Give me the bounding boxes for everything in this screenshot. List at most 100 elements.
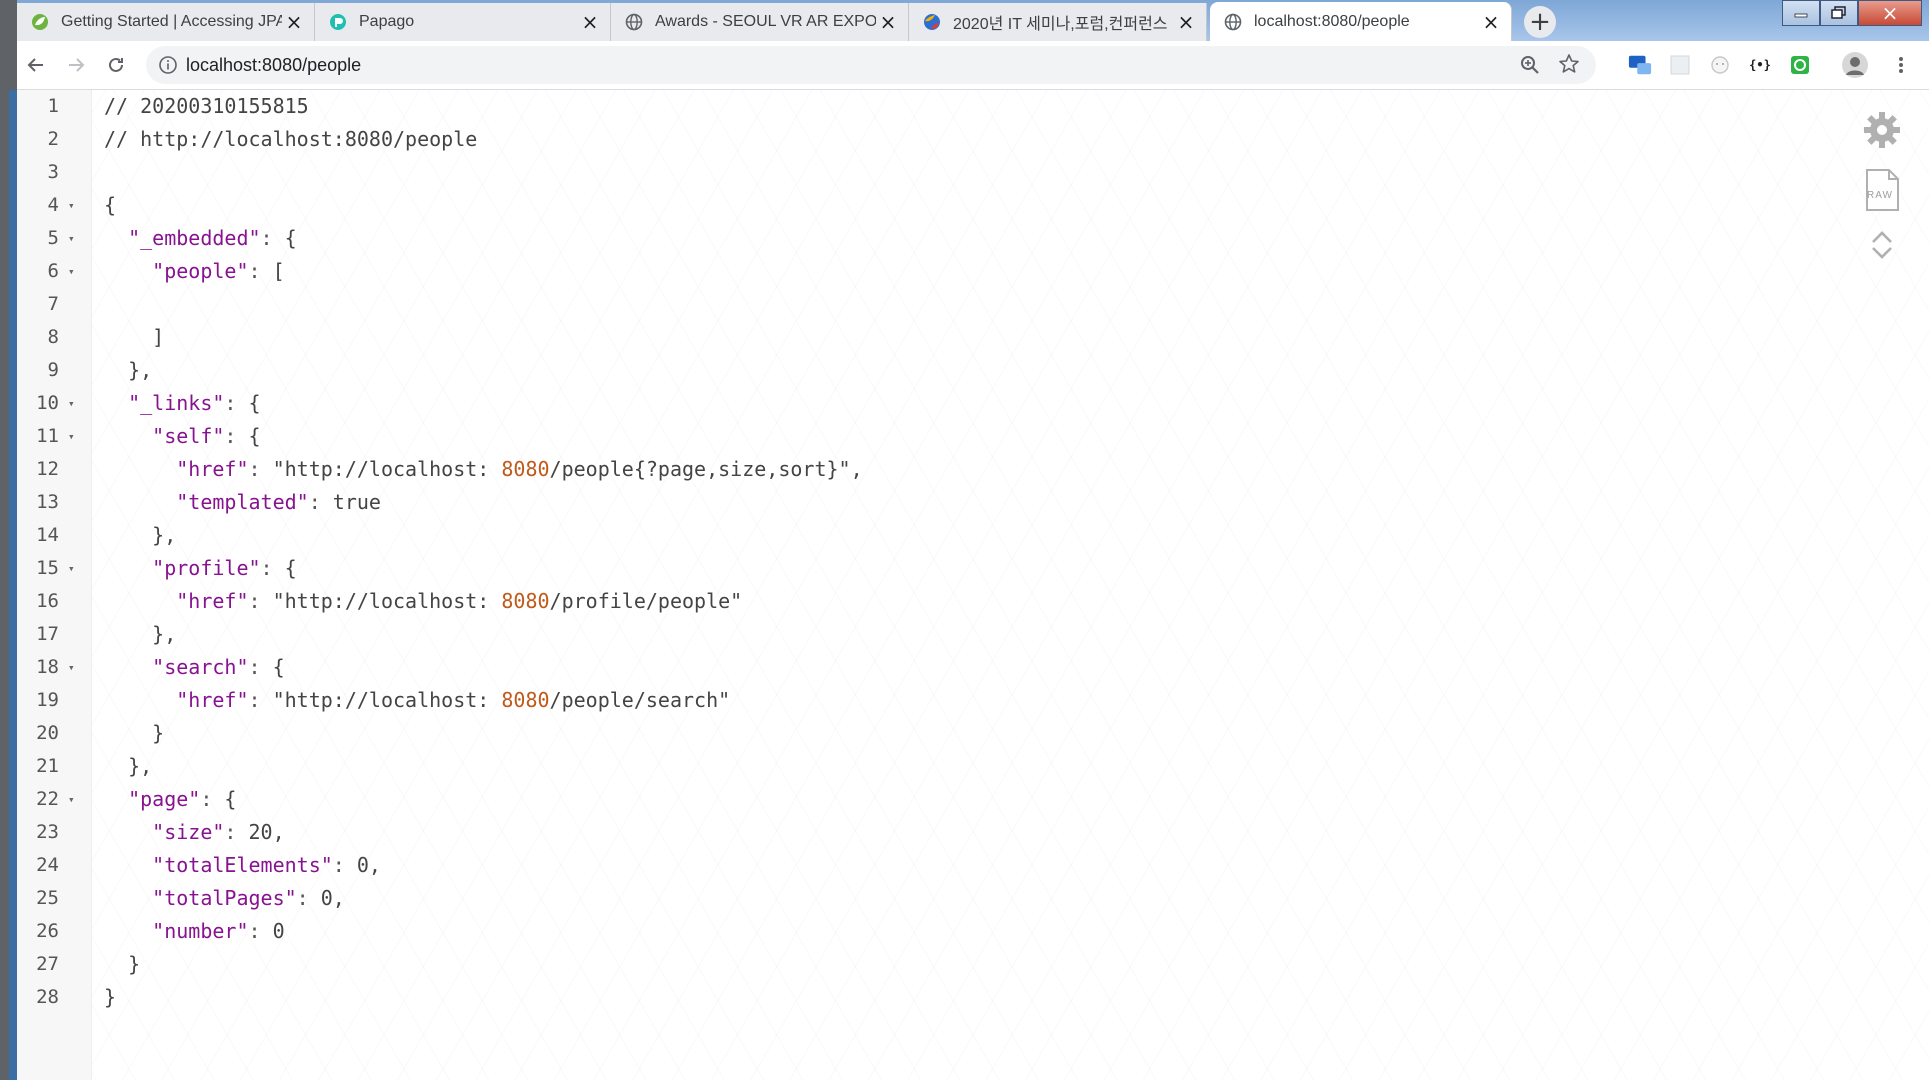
line-number: 20 (36, 722, 59, 744)
line-number: 26 (36, 920, 59, 942)
code-line: 12 "href": "http://localhost: 8080/peopl… (17, 453, 1817, 486)
fold-toggle-icon[interactable]: ▾ (68, 255, 75, 288)
extension-grid-icon[interactable] (1668, 53, 1692, 77)
code-line: 2 // http://localhost:8080/people (17, 123, 1817, 156)
extension-green-icon[interactable] (1788, 53, 1812, 77)
code-text: "_links": { (128, 391, 261, 415)
line-number: 21 (36, 755, 59, 777)
fold-toggle-icon[interactable]: ▾ (68, 552, 75, 585)
line-number: 16 (36, 590, 59, 612)
tab-awards[interactable]: Awards - SEOUL VR AR EXPO % × (611, 3, 909, 41)
code-line: 20 } (17, 717, 1817, 750)
gear-icon[interactable] (1859, 110, 1905, 150)
code-text: }, (104, 754, 153, 778)
left-window-edge (0, 0, 17, 1080)
code-text: "page": { (128, 787, 237, 811)
code-line: 15 ▾ "profile": { (17, 552, 1817, 585)
code-text: ] (104, 325, 165, 349)
tab-title: Getting Started | Accessing JPA (61, 13, 282, 30)
tab-localhost-people[interactable]: localhost:8080/people × (1210, 2, 1512, 42)
code-line: 7 (17, 288, 1817, 321)
close-icon[interactable]: × (1479, 10, 1503, 34)
tab-papago[interactable]: Papago × (315, 3, 611, 41)
code-text: "href": "http://localhost: 8080/profile/… (176, 589, 743, 613)
close-icon[interactable]: × (578, 10, 602, 34)
tab-strip: Getting Started | Accessing JPA × Papago… (0, 0, 1929, 42)
code-text: // 20200310155815 (104, 94, 309, 118)
papago-icon (329, 13, 347, 31)
spring-leaf-icon (31, 13, 49, 31)
code-text: // http://localhost:8080/people (104, 127, 478, 151)
code-line: 3 (17, 156, 1817, 189)
code-text: } (104, 952, 141, 976)
window-controls: × (1782, 0, 1922, 26)
code-line: 10 ▾ "_links": { (17, 387, 1817, 420)
code-line: 8 ] (17, 321, 1817, 354)
json-viewer: 1 // 20200310155815 2 // http://localhost:8… (17, 90, 1929, 1080)
code-text: { (104, 193, 117, 217)
extension-face-icon[interactable] (1708, 53, 1732, 77)
chevron-down-icon[interactable] (1859, 246, 1905, 260)
code-line: 9 }, (17, 354, 1817, 387)
line-number: 6 (47, 260, 59, 282)
fold-toggle-icon[interactable]: ▾ (68, 222, 75, 255)
restore-button[interactable] (1820, 0, 1858, 26)
info-icon[interactable] (158, 55, 178, 75)
close-icon[interactable]: × (876, 10, 900, 34)
line-number: 18 (36, 656, 59, 678)
back-button[interactable] (20, 49, 52, 81)
new-tab-button[interactable]: + (1524, 6, 1556, 38)
line-number: 9 (47, 359, 59, 381)
code-line: 21 }, (17, 750, 1817, 783)
code-text: } (104, 721, 165, 745)
code-line: 11 ▾ "self": { (17, 420, 1817, 453)
tab-it-seminar[interactable]: 2020년 IT 세미나,포럼,컨퍼런스 × (909, 3, 1207, 41)
close-icon[interactable]: × (282, 10, 306, 34)
profile-avatar[interactable] (1840, 50, 1870, 80)
zoom-icon[interactable] (1520, 55, 1540, 75)
reload-button[interactable] (100, 49, 132, 81)
bookmark-star-icon[interactable] (1558, 53, 1580, 75)
code-line: 5 ▾ "_embedded": { (17, 222, 1817, 255)
code-text: }, (104, 622, 177, 646)
forward-button[interactable] (60, 49, 92, 81)
code-text: "href": "http://localhost: 8080/people/s… (176, 688, 731, 712)
window-close-button[interactable]: × (1858, 0, 1922, 26)
code-line: 22 ▾ "page": { (17, 783, 1817, 816)
fold-toggle-icon[interactable]: ▾ (68, 387, 75, 420)
code-text: "_embedded": { (128, 226, 297, 250)
code-line: 1 // 20200310155815 (17, 90, 1817, 123)
line-number: 27 (36, 953, 59, 975)
globe-icon (1224, 13, 1242, 31)
fold-toggle-icon[interactable]: ▾ (68, 420, 75, 453)
code-line: 27 } (17, 948, 1817, 981)
chevron-up-icon[interactable] (1859, 230, 1905, 244)
code-text: "totalElements": 0, (152, 853, 381, 877)
fold-toggle-icon[interactable]: ▾ (68, 783, 75, 816)
address-bar[interactable]: localhost:8080/people (146, 46, 1596, 84)
code-text: "people": [ (152, 259, 285, 283)
tab-getting-started[interactable]: Getting Started | Accessing JPA × (17, 3, 315, 41)
close-icon[interactable]: × (1174, 10, 1198, 34)
line-number: 10 (36, 392, 59, 414)
fold-toggle-icon[interactable]: ▾ (68, 651, 75, 684)
line-number: 14 (36, 524, 59, 546)
tab-title: 2020년 IT 세미나,포럼,컨퍼런스 (953, 16, 1168, 33)
line-number: 4 (47, 194, 59, 216)
code-line: 24 "totalElements": 0, (17, 849, 1817, 882)
code-text: "self": { (152, 424, 261, 448)
menu-kebab-icon[interactable] (1889, 53, 1913, 77)
line-number: 25 (36, 887, 59, 909)
url-text: localhost:8080/people (186, 55, 362, 75)
json-formatter-icon[interactable]: {•} (1748, 53, 1772, 77)
raw-file-button[interactable]: RAW (1859, 168, 1905, 212)
browser-toolbar: localhost:8080/people {•} (0, 41, 1929, 90)
minimize-button[interactable] (1782, 0, 1820, 26)
line-number: 3 (47, 161, 59, 183)
extension-chat-icon[interactable] (1628, 53, 1652, 77)
fold-toggle-icon[interactable]: ▾ (68, 189, 75, 222)
code-line: 19 "href": "http://localhost: 8080/peopl… (17, 684, 1817, 717)
code-text: "href": "http://localhost: 8080/people{?… (176, 457, 863, 481)
code-line: 13 "templated": true (17, 486, 1817, 519)
tab-title: Papago (359, 13, 415, 30)
